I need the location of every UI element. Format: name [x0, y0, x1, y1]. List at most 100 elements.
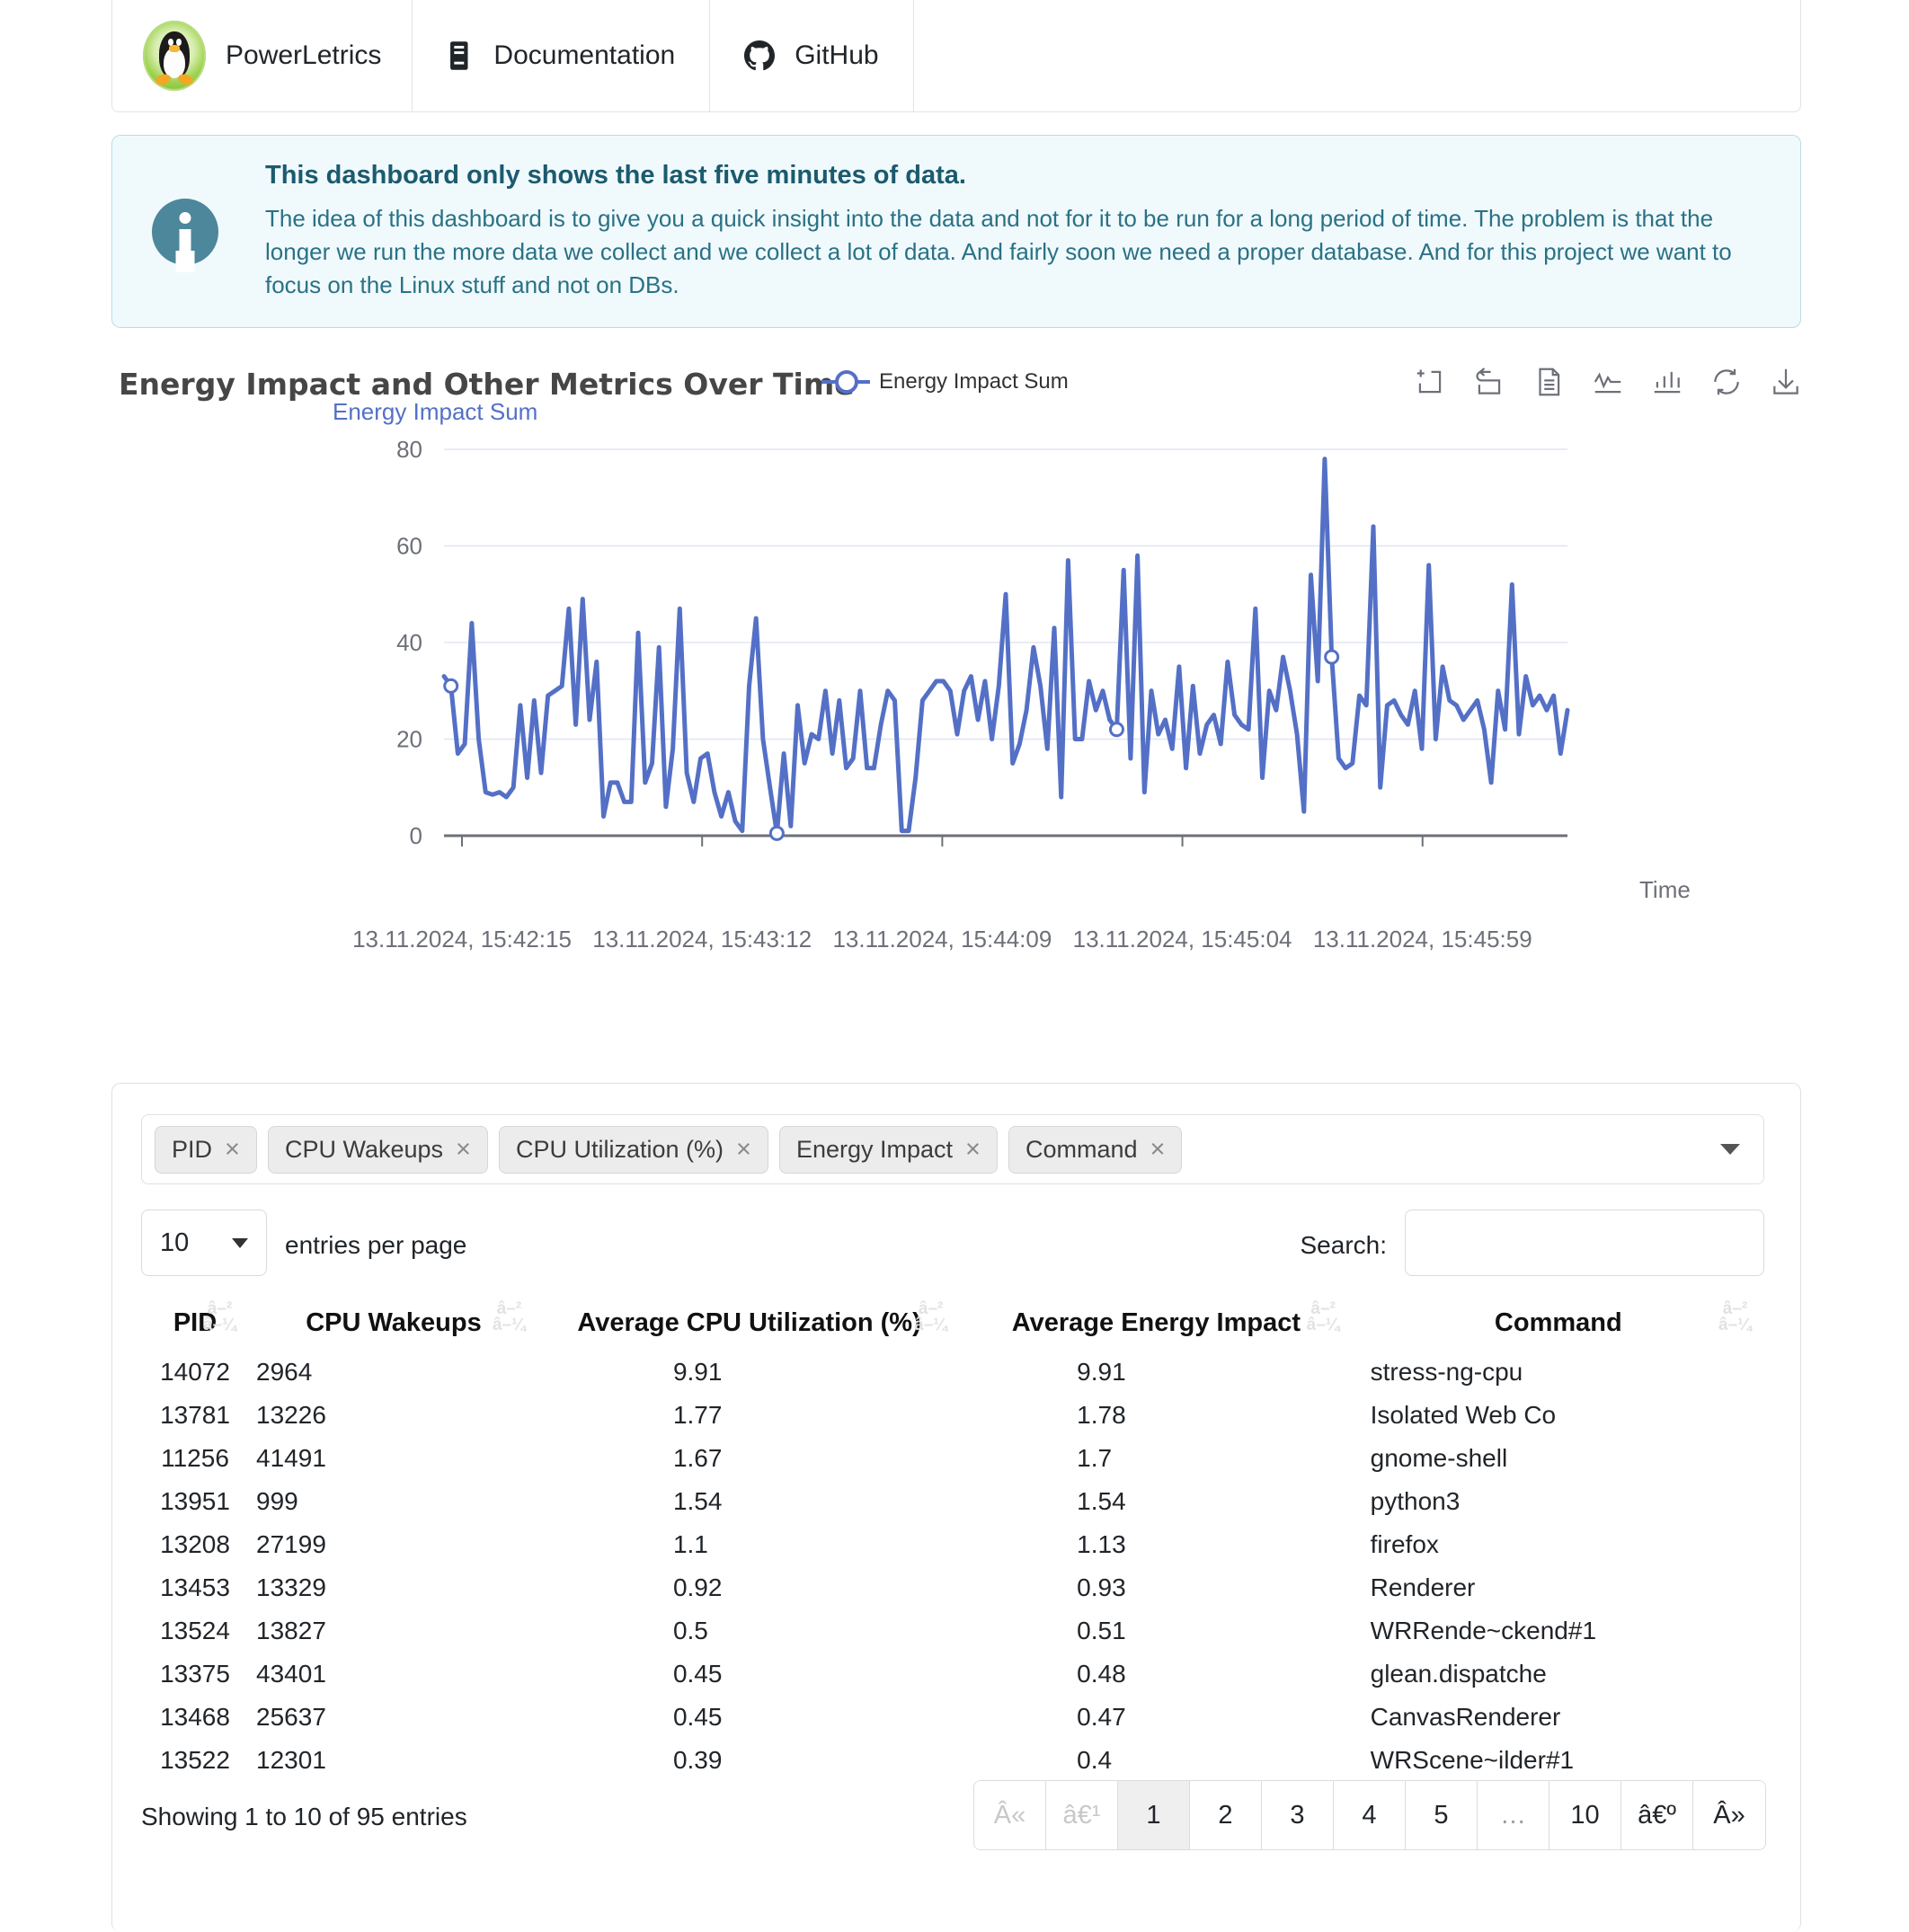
chip-command[interactable]: Command × [1008, 1126, 1182, 1174]
table-cell: 9.91 [538, 1351, 960, 1394]
pagination-button[interactable]: Â» [1693, 1781, 1765, 1849]
info-alert: This dashboard only shows the last five … [111, 135, 1801, 328]
table-row: 13208271991.11.13firefox [141, 1523, 1764, 1566]
sort-indicator[interactable]: â–² â–¼ [493, 1301, 526, 1334]
info-icon [152, 199, 218, 265]
table-row: 13453133290.920.93Renderer [141, 1566, 1764, 1609]
zoom-select-icon[interactable] [1413, 365, 1447, 399]
sort-desc-icon: â–¼ [493, 1317, 526, 1334]
table-cell: Renderer [1353, 1566, 1764, 1609]
table-cell: 13951 [141, 1480, 249, 1523]
chip-label: Command [1026, 1136, 1138, 1164]
chip-label: CPU Wakeups [285, 1136, 443, 1164]
table-cell: 1.7 [960, 1437, 1352, 1480]
chip-remove-icon[interactable]: × [456, 1137, 471, 1163]
search-input[interactable] [1405, 1210, 1764, 1276]
chip-cpu-wakeups[interactable]: CPU Wakeups × [268, 1126, 488, 1174]
table-header-row: PID â–² â–¼ CPU Wakeups â–² â–¼ [141, 1299, 1764, 1351]
pagination-button[interactable]: â€º [1621, 1781, 1693, 1849]
pagination-button[interactable]: 10 [1549, 1781, 1621, 1849]
pagination[interactable]: Â«â€¹12345…10â€ºÂ» [973, 1780, 1766, 1850]
chart-title: Energy Impact and Other Metrics Over Tim… [119, 367, 855, 402]
table-cell: 13329 [249, 1566, 538, 1609]
nav-brand-powerletrics[interactable]: PowerLetrics [112, 0, 413, 111]
book-icon [447, 40, 474, 71]
table-cell: 9.91 [960, 1351, 1352, 1394]
chip-remove-icon[interactable]: × [965, 1137, 981, 1163]
table-cell: 13226 [249, 1394, 538, 1437]
download-icon[interactable] [1769, 365, 1803, 399]
table-cell: 999 [249, 1480, 538, 1523]
legend-marker-icon [821, 370, 870, 394]
y-axis-tick-label: 80 [396, 440, 422, 463]
chip-cpu-utilization[interactable]: CPU Utilization (%) × [499, 1126, 768, 1174]
table-cell: stress-ng-cpu [1353, 1351, 1764, 1394]
pagination-button[interactable]: 1 [1118, 1781, 1190, 1849]
data-view-icon[interactable] [1532, 365, 1566, 399]
column-header-cpu-wakeups[interactable]: CPU Wakeups â–² â–¼ [249, 1299, 538, 1351]
column-filter-chips[interactable]: PID × CPU Wakeups × CPU Utilization (%) … [141, 1114, 1764, 1184]
table-cell: 12301 [249, 1739, 538, 1782]
table-cell: 0.48 [960, 1653, 1352, 1696]
energy-impact-chart: Energy Impact and Other Metrics Over Tim… [111, 359, 1810, 970]
chip-remove-icon[interactable]: × [225, 1137, 240, 1163]
alert-body: This dashboard only shows the last five … [265, 161, 1761, 302]
chevron-down-icon[interactable] [1720, 1144, 1740, 1155]
data-point-marker [445, 679, 457, 692]
table-cell: 13827 [249, 1609, 538, 1653]
column-header-pid[interactable]: PID â–² â–¼ [141, 1299, 249, 1351]
table-cell: gnome-shell [1353, 1437, 1764, 1480]
table-cell: 1.78 [960, 1394, 1352, 1437]
table-cell: 0.47 [960, 1696, 1352, 1739]
y-axis-tick-label: 40 [396, 629, 422, 656]
sort-indicator[interactable]: â–² â–¼ [1307, 1301, 1340, 1334]
refresh-icon[interactable] [1709, 365, 1744, 399]
zoom-restore-icon[interactable] [1472, 365, 1506, 399]
chip-pid[interactable]: PID × [155, 1126, 257, 1174]
sort-indicator[interactable]: â–² â–¼ [914, 1301, 947, 1334]
table-cell: 0.4 [960, 1739, 1352, 1782]
chip-label: Energy Impact [796, 1136, 953, 1164]
nav-item-github[interactable]: GitHub [710, 0, 913, 111]
table-cell: glean.dispatche [1353, 1653, 1764, 1696]
column-header-label: Average Energy Impact [1012, 1308, 1301, 1337]
pagination-button[interactable]: … [1478, 1781, 1549, 1849]
nav-item-documentation[interactable]: Documentation [413, 0, 710, 111]
table-cell: python3 [1353, 1480, 1764, 1523]
table-cell: 14072 [141, 1351, 249, 1394]
table-cell: Isolated Web Co [1353, 1394, 1764, 1437]
table-cell: 13522 [141, 1739, 249, 1782]
data-point-marker [770, 827, 783, 839]
pagination-button[interactable]: 3 [1262, 1781, 1334, 1849]
chart-legend[interactable]: Energy Impact Sum [821, 369, 1069, 394]
column-header-avg-energy-impact[interactable]: Average Energy Impact â–² â–¼ [960, 1299, 1352, 1351]
chip-remove-icon[interactable]: × [1150, 1137, 1166, 1163]
column-header-avg-cpu-utilization[interactable]: Average CPU Utilization (%) â–² â–¼ [538, 1299, 960, 1351]
table-cell: 1.67 [538, 1437, 960, 1480]
x-axis-label: Time [1639, 876, 1691, 904]
table-head: PID â–² â–¼ CPU Wakeups â–² â–¼ [141, 1299, 1764, 1351]
table-row: 13468256370.450.47CanvasRenderer [141, 1696, 1764, 1739]
table-row: 13522123010.390.4WRScene~ilder#1 [141, 1739, 1764, 1782]
y-axis-tick-label: 0 [410, 822, 422, 849]
pagination-button: â€¹ [1046, 1781, 1118, 1849]
bar-chart-icon[interactable] [1650, 365, 1684, 399]
table-body: 1407229649.919.91stress-ng-cpu1378113226… [141, 1351, 1764, 1782]
chip-remove-icon[interactable]: × [736, 1137, 751, 1163]
search-label: Search: [1301, 1231, 1388, 1260]
column-header-command[interactable]: Command â–² â–¼ [1353, 1299, 1764, 1351]
column-header-label: CPU Wakeups [306, 1308, 482, 1337]
pagination-button[interactable]: 2 [1190, 1781, 1262, 1849]
sort-indicator[interactable]: â–² â–¼ [1718, 1301, 1752, 1334]
pagination-button[interactable]: 5 [1406, 1781, 1478, 1849]
table-cell: WRScene~ilder#1 [1353, 1739, 1764, 1782]
pagination-button[interactable]: 4 [1334, 1781, 1406, 1849]
chip-energy-impact[interactable]: Energy Impact × [779, 1126, 998, 1174]
line-chart-icon[interactable] [1591, 365, 1625, 399]
chart-plot-area: 020406080 Time 13.11.2024, 15:42:1513.11… [111, 440, 1810, 970]
sort-indicator[interactable]: â–² â–¼ [203, 1301, 236, 1334]
table-cell: 0.92 [538, 1566, 960, 1609]
entries-per-page-select[interactable]: 10 [141, 1210, 267, 1276]
table-cell: 0.39 [538, 1739, 960, 1782]
table-cell: 13208 [141, 1523, 249, 1566]
